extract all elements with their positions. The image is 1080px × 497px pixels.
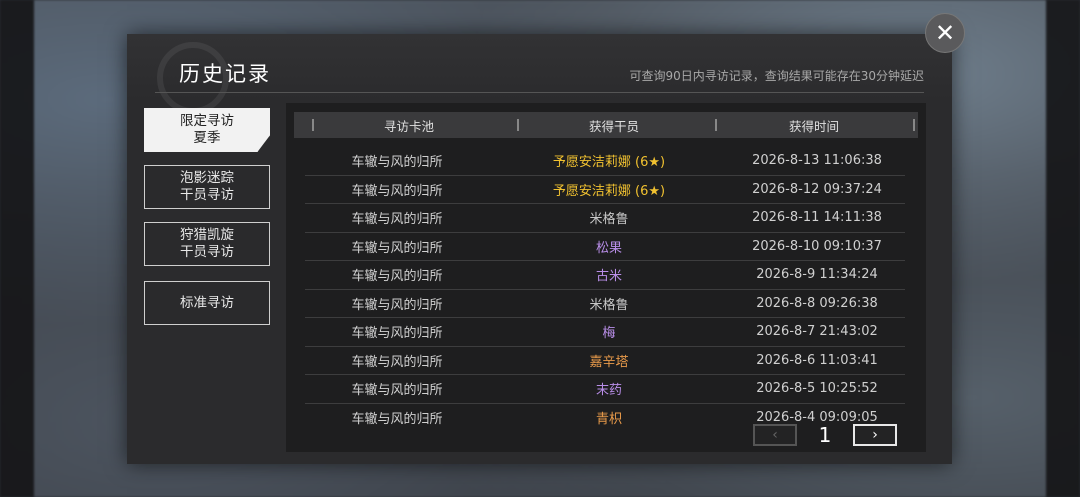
- tab-label-line2: 夏季: [193, 130, 221, 146]
- table-row: 车辙与风的归所 末药 2026-8-5 10:25:52: [305, 375, 905, 404]
- tab-label-line2: 干员寻访: [180, 244, 234, 260]
- time-cell: 2026-8-11 14:11:38: [752, 210, 882, 226]
- table-row: 车辙与风的归所 米格鲁 2026-8-11 14:11:38: [305, 204, 905, 233]
- tab-paoying-operator[interactable]: 泡影迷踪 干员寻访: [144, 165, 270, 209]
- dialog-title: 历史记录: [179, 62, 271, 86]
- pool-cell: 车辙与风的归所: [351, 269, 443, 285]
- time-cell: 2026-8-9 11:34:24: [756, 267, 878, 283]
- pool-cell: 车辙与风的归所: [351, 297, 443, 313]
- pool-cell: 车辙与风的归所: [351, 212, 443, 228]
- tab-label-line1: 限定寻访: [180, 113, 234, 129]
- operator-cell: 予愿安洁莉娜 (6★): [552, 183, 666, 199]
- time-cell: 2026-8-13 11:06:38: [752, 153, 882, 169]
- time-cell: 2026-8-7 21:43:02: [756, 324, 878, 340]
- table-row: 车辙与风的归所 松果 2026-8-10 09:10:37: [305, 233, 905, 261]
- table-row: 车辙与风的归所 米格鲁 2026-8-8 09:26:38: [305, 290, 905, 318]
- tab-standard[interactable]: 标准寻访: [144, 281, 270, 325]
- table-row: 车辙与风的归所 嘉辛塔 2026-8-6 11:03:41: [305, 347, 905, 375]
- tab-limited-summer[interactable]: 限定寻访 夏季: [144, 108, 270, 152]
- time-cell: 2026-8-6 11:03:41: [756, 352, 878, 368]
- tab-label-line2: 干员寻访: [180, 187, 234, 203]
- pool-cell: 车辙与风的归所: [351, 326, 443, 342]
- operator-cell: 古米: [595, 269, 622, 285]
- chevron-left-icon: ‹: [772, 427, 778, 443]
- time-cell: 2026-8-8 09:26:38: [756, 295, 878, 311]
- table-header: 寻访卡池 获得干员 获得时间: [294, 112, 918, 138]
- banner-tab-list: 限定寻访 夏季 泡影迷踪 干员寻访 狩猎凯旋 干员寻访 标准寻访: [144, 108, 270, 338]
- history-table-panel: 寻访卡池 获得干员 获得时间 车辙与风的归所 予愿安洁莉娜 (6★) 2026-8-…: [286, 103, 926, 452]
- title-divider: [155, 92, 924, 93]
- table-row: 车辙与风的归所 梅 2026-8-7 21:43:02: [305, 318, 905, 347]
- operator-cell: 青枳: [595, 411, 622, 427]
- operator-cell: 米格鲁: [589, 297, 629, 313]
- prev-page-button[interactable]: ‹: [753, 424, 797, 446]
- tab-hunting-operator[interactable]: 狩猎凯旋 干员寻访: [144, 222, 270, 266]
- pool-cell: 车辙与风的归所: [351, 155, 443, 171]
- time-cell: 2026-8-10 09:10:37: [752, 238, 882, 254]
- table-body: 车辙与风的归所 予愿安洁莉娜 (6★) 2026-8-13 11:06:38 车辙与…: [305, 147, 905, 431]
- header-pool: 寻访卡池: [383, 118, 434, 134]
- tab-label-line1: 狩猎凯旋: [180, 227, 234, 243]
- operator-cell: 嘉辛塔: [589, 354, 629, 370]
- header-operator: 获得干员: [588, 118, 639, 134]
- pool-cell: 车辙与风的归所: [351, 183, 443, 199]
- operator-cell: 松果: [595, 240, 622, 256]
- tab-label-line1: 泡影迷踪: [180, 170, 234, 186]
- header-separator: [913, 119, 915, 131]
- operator-cell: 予愿安洁莉娜 (6★): [552, 155, 666, 171]
- close-button[interactable]: ✕: [925, 13, 965, 53]
- current-page-number: 1: [818, 423, 832, 447]
- query-notice: 可查询90日内寻访记录，查询结果可能存在30分钟延迟: [629, 69, 924, 83]
- header-time: 获得时间: [788, 118, 839, 134]
- operator-cell: 末药: [595, 383, 622, 399]
- next-page-button[interactable]: ›: [853, 424, 897, 446]
- time-cell: 2026-8-5 10:25:52: [756, 381, 878, 397]
- pool-cell: 车辙与风的归所: [351, 240, 443, 256]
- table-row: 车辙与风的归所 予愿安洁莉娜 (6★) 2026-8-12 09:37:24: [305, 176, 905, 204]
- operator-cell: 梅: [602, 326, 616, 342]
- table-row: 车辙与风的归所 古米 2026-8-9 11:34:24: [305, 261, 905, 290]
- close-icon: ✕: [934, 19, 956, 47]
- pool-cell: 车辙与风的归所: [351, 383, 443, 399]
- operator-cell: 米格鲁: [589, 212, 629, 228]
- pool-cell: 车辙与风的归所: [351, 354, 443, 370]
- pagination: ‹ 1 ›: [753, 423, 897, 447]
- time-cell: 2026-8-12 09:37:24: [752, 181, 882, 197]
- pool-cell: 车辙与风的归所: [351, 411, 443, 427]
- chevron-right-icon: ›: [872, 427, 878, 443]
- tab-label-line1: 标准寻访: [180, 294, 234, 311]
- table-row: 车辙与风的归所 予愿安洁莉娜 (6★) 2026-8-13 11:06:38: [305, 147, 905, 176]
